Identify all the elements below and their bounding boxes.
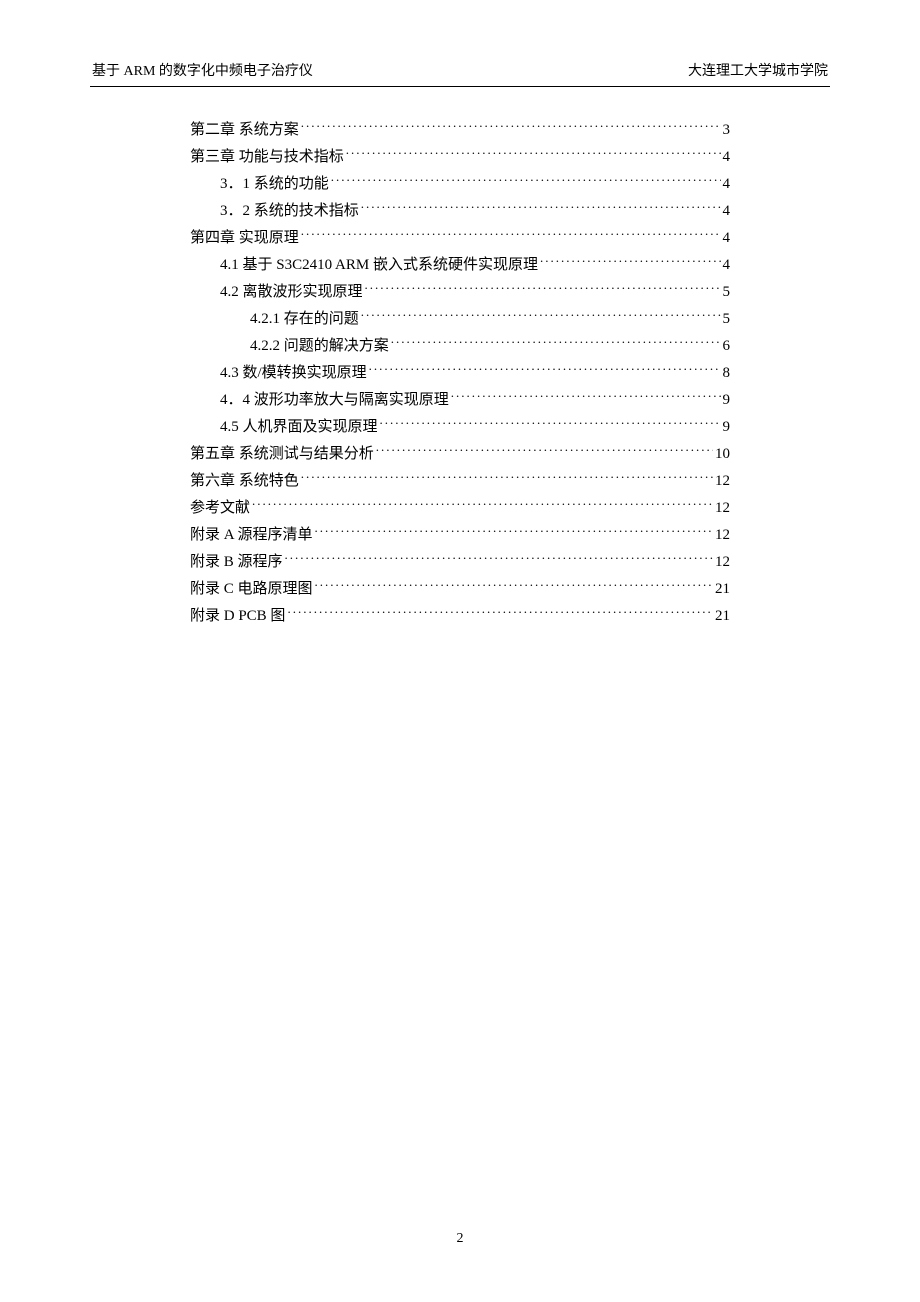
- toc-page-number: 12: [715, 495, 730, 522]
- toc-row[interactable]: 参考文献 12: [190, 495, 730, 522]
- toc-row[interactable]: 第六章 系统特色 12: [190, 468, 730, 495]
- page-number: 2: [457, 1231, 464, 1246]
- toc-leader-dots: [315, 578, 713, 593]
- toc-label: 3．2 系统的技术指标: [220, 198, 359, 225]
- header-left: 基于 ARM 的数字化中频电子治疗仪: [92, 60, 313, 80]
- toc-row[interactable]: 4.2.1 存在的问题 5: [190, 306, 730, 333]
- toc-label: 4.3 数/模转换实现原理: [220, 360, 367, 387]
- toc-row[interactable]: 附录 B 源程序 12: [190, 549, 730, 576]
- toc-row[interactable]: 4.5 人机界面及实现原理 9: [190, 414, 730, 441]
- page-footer: 2: [0, 1231, 920, 1247]
- toc-page-number: 12: [715, 522, 730, 549]
- toc-row[interactable]: 3．1 系统的功能 4: [190, 171, 730, 198]
- table-of-contents: 第二章 系统方案3第三章 功能与技术指标43．1 系统的功能43．2 系统的技术…: [90, 117, 830, 630]
- toc-page-number: 21: [715, 603, 730, 630]
- toc-label: 第三章 功能与技术指标: [190, 144, 344, 171]
- toc-label: 附录 A 源程序清单: [190, 522, 313, 549]
- toc-row[interactable]: 第三章 功能与技术指标 4: [190, 144, 730, 171]
- toc-page-number: 4: [723, 252, 731, 279]
- toc-leader-dots: [361, 200, 721, 215]
- toc-page-number: 9: [723, 414, 731, 441]
- toc-label: 参考文献: [190, 495, 250, 522]
- toc-label: 4.1 基于 S3C2410 ARM 嵌入式系统硬件实现原理: [220, 252, 538, 279]
- toc-label: 第二章 系统方案: [190, 117, 299, 144]
- toc-label: 附录 D PCB 图: [190, 603, 285, 630]
- toc-row[interactable]: 4.2.2 问题的解决方案 6: [190, 333, 730, 360]
- toc-leader-dots: [391, 335, 721, 350]
- toc-row[interactable]: 4．4 波形功率放大与隔离实现原理 9: [190, 387, 730, 414]
- toc-row[interactable]: 附录 C 电路原理图 21: [190, 576, 730, 603]
- toc-page-number: 9: [723, 387, 731, 414]
- toc-page-number: 12: [715, 549, 730, 576]
- toc-label: 4.5 人机界面及实现原理: [220, 414, 378, 441]
- toc-label: 4．4 波形功率放大与隔离实现原理: [220, 387, 449, 414]
- toc-leader-dots: [369, 362, 721, 377]
- header-right: 大连理工大学城市学院: [688, 60, 828, 80]
- toc-row[interactable]: 第四章 实现原理 4: [190, 225, 730, 252]
- toc-leader-dots: [315, 524, 713, 539]
- toc-label: 第五章 系统测试与结果分析: [190, 441, 374, 468]
- toc-leader-dots: [287, 605, 713, 620]
- toc-leader-dots: [285, 551, 713, 566]
- toc-leader-dots: [380, 416, 721, 431]
- toc-page-number: 3: [723, 117, 731, 144]
- toc-leader-dots: [346, 146, 721, 161]
- toc-row[interactable]: 4.3 数/模转换实现原理 8: [190, 360, 730, 387]
- toc-row[interactable]: 第二章 系统方案 3: [190, 117, 730, 144]
- toc-label: 4.2 离散波形实现原理: [220, 279, 363, 306]
- toc-leader-dots: [376, 443, 713, 458]
- toc-row[interactable]: 4.2 离散波形实现原理 5: [190, 279, 730, 306]
- toc-leader-dots: [301, 470, 713, 485]
- toc-label: 4.2.1 存在的问题: [250, 306, 359, 333]
- document-page: 基于 ARM 的数字化中频电子治疗仪 大连理工大学城市学院 第二章 系统方案3第…: [0, 0, 920, 630]
- page-header: 基于 ARM 的数字化中频电子治疗仪 大连理工大学城市学院: [90, 60, 830, 80]
- toc-row[interactable]: 3．2 系统的技术指标 4: [190, 198, 730, 225]
- toc-leader-dots: [451, 389, 721, 404]
- toc-page-number: 4: [723, 171, 731, 198]
- toc-page-number: 10: [715, 441, 730, 468]
- toc-label: 附录 C 电路原理图: [190, 576, 313, 603]
- toc-label: 3．1 系统的功能: [220, 171, 329, 198]
- toc-label: 第四章 实现原理: [190, 225, 299, 252]
- toc-page-number: 8: [723, 360, 731, 387]
- toc-leader-dots: [301, 119, 721, 134]
- toc-row[interactable]: 附录 A 源程序清单 12: [190, 522, 730, 549]
- toc-row[interactable]: 第五章 系统测试与结果分析 10: [190, 441, 730, 468]
- toc-row[interactable]: 4.1 基于 S3C2410 ARM 嵌入式系统硬件实现原理 4: [190, 252, 730, 279]
- toc-label: 4.2.2 问题的解决方案: [250, 333, 389, 360]
- toc-page-number: 4: [723, 225, 731, 252]
- toc-page-number: 5: [723, 279, 731, 306]
- toc-row[interactable]: 附录 D PCB 图 21: [190, 603, 730, 630]
- toc-page-number: 5: [723, 306, 731, 333]
- toc-page-number: 12: [715, 468, 730, 495]
- toc-leader-dots: [252, 497, 713, 512]
- toc-leader-dots: [540, 254, 721, 269]
- toc-label: 附录 B 源程序: [190, 549, 283, 576]
- toc-page-number: 21: [715, 576, 730, 603]
- toc-page-number: 4: [723, 198, 731, 225]
- toc-label: 第六章 系统特色: [190, 468, 299, 495]
- toc-page-number: 6: [723, 333, 731, 360]
- toc-leader-dots: [365, 281, 721, 296]
- toc-leader-dots: [361, 308, 721, 323]
- toc-page-number: 4: [723, 144, 731, 171]
- toc-leader-dots: [301, 227, 721, 242]
- header-rule: [90, 86, 830, 87]
- toc-leader-dots: [331, 173, 721, 188]
